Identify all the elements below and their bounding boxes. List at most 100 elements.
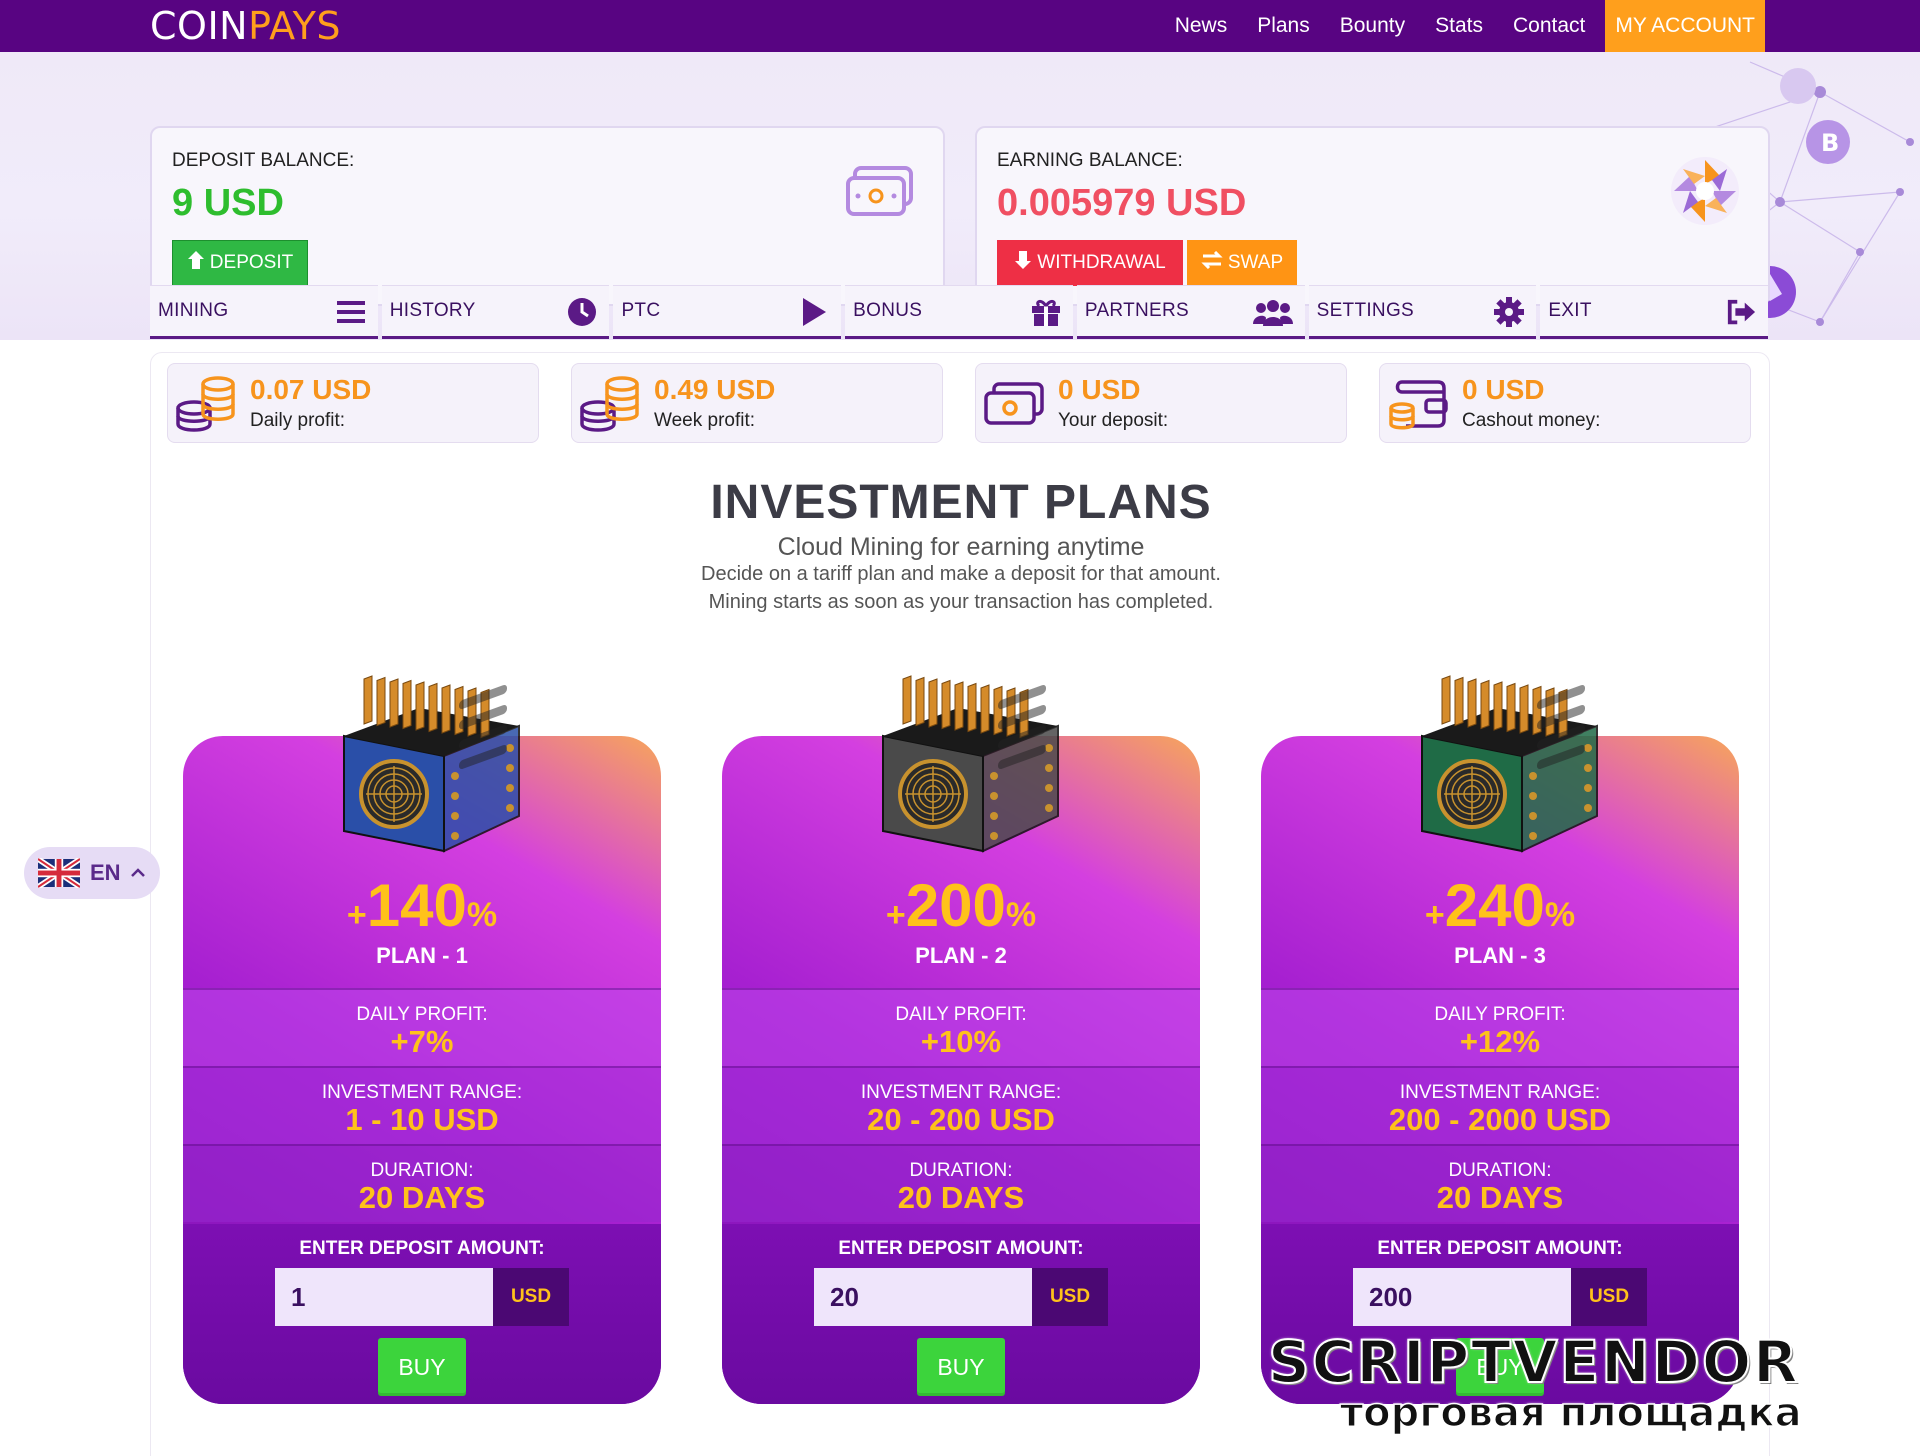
exchange-icon — [1201, 250, 1223, 275]
tab-history-label: HISTORY — [389, 300, 476, 321]
tab-settings-label: SETTINGS — [1316, 300, 1415, 321]
buy-button[interactable]: BUY — [378, 1338, 466, 1396]
watermark-title: SCRIPTVENDOR — [1267, 1327, 1800, 1397]
tab-ptc[interactable]: PTC — [613, 285, 842, 339]
clock-icon — [567, 297, 597, 327]
plan-percent: +200% — [885, 872, 1037, 939]
tab-exit[interactable]: EXIT — [1540, 285, 1769, 339]
stat-week-profit: 0.49 USD Week profit: — [571, 363, 943, 443]
cashout-money-label: Cashout money: — [1462, 410, 1601, 431]
enter-deposit-label: ENTER DEPOSIT AMOUNT: — [838, 1238, 1084, 1259]
withdrawal-button[interactable]: WITHDRAWAL — [997, 240, 1183, 286]
main-panel: 0.07 USD Daily profit: 0.49 USD Week pro… — [150, 352, 1770, 1456]
sign-out-icon — [1726, 297, 1756, 327]
earning-balance-label: EARNING BALANCE: — [997, 150, 1183, 171]
earning-balance-amount: 0.005979 USD — [997, 182, 1247, 224]
tab-mining-label: MINING — [158, 300, 229, 321]
plan-investment-range: INVESTMENT RANGE: 1 - 10 USD — [183, 1066, 661, 1144]
nav-plans[interactable]: Plans — [1242, 0, 1325, 52]
plan-name: PLAN - 2 — [915, 943, 1007, 968]
nav-contact[interactable]: Contact — [1498, 0, 1600, 52]
plan-daily-profit: DAILY PROFIT: +10% — [722, 988, 1200, 1066]
cashout-money-value: 0 USD — [1462, 374, 1545, 405]
money-icon — [984, 382, 1044, 425]
investment-plans-subtitle: Cloud Mining for earning anytime — [777, 533, 1145, 561]
nav-my-account[interactable]: MY ACCOUNT — [1605, 0, 1765, 52]
deposit-balance-label: DEPOSIT BALANCE: — [172, 150, 355, 171]
stat-cashout-money: 0 USD Cashout money: — [1379, 363, 1751, 443]
menu-icon — [336, 297, 366, 327]
deposit-amount-input[interactable] — [275, 1268, 493, 1326]
deposit-button-label: DEPOSIT — [209, 252, 294, 273]
deposit-balance-amount: 9 USD — [172, 182, 284, 224]
wallet-icon — [1389, 380, 1448, 430]
currency-addon: USD — [1032, 1268, 1108, 1326]
week-profit-value: 0.49 USD — [654, 374, 776, 405]
coins-icon — [176, 376, 235, 432]
users-icon — [1252, 297, 1293, 327]
enter-deposit-label: ENTER DEPOSIT AMOUNT: — [299, 1238, 545, 1259]
plan-duration: DURATION: 20 DAYS — [183, 1144, 661, 1222]
nav-stats[interactable]: Stats — [1420, 0, 1498, 52]
language-switcher[interactable]: EN — [24, 847, 160, 899]
daily-profit-label: Daily profit: — [250, 410, 346, 431]
deposit-amount-input[interactable] — [814, 1268, 1032, 1326]
arrow-up-icon — [187, 250, 205, 276]
your-deposit-label: Your deposit: — [1058, 410, 1169, 431]
stat-your-deposit: 0 USD Your deposit: — [975, 363, 1347, 443]
earning-balance-card: EARNING BALANCE: 0.005979 USD WITHDRAWAL… — [975, 126, 1770, 306]
currency-addon: USD — [1571, 1268, 1647, 1326]
top-navbar: COINPAYS News Plans Bounty Stats Contact… — [0, 0, 1920, 52]
site-logo[interactable]: COINPAYS — [150, 6, 341, 46]
aperture-coin-icon — [1668, 154, 1742, 233]
tab-exit-label: EXIT — [1548, 300, 1592, 321]
svg-text:B: B — [1821, 129, 1839, 157]
nav-bounty[interactable]: Bounty — [1325, 0, 1420, 52]
plan-daily-profit: DAILY PROFIT: +7% — [183, 988, 661, 1066]
withdrawal-button-label: WITHDRAWAL — [1037, 252, 1166, 273]
plan-daily-profit: DAILY PROFIT: +12% — [1261, 988, 1739, 1066]
arrow-down-icon — [1014, 250, 1032, 276]
deposit-amount-input[interactable] — [1353, 1268, 1571, 1326]
week-profit-label: Week profit: — [654, 410, 756, 431]
gift-icon — [1031, 297, 1061, 327]
plan-deposit-form: ENTER DEPOSIT AMOUNT: USD BUY — [722, 1224, 1200, 1404]
deposit-balance-card: DEPOSIT BALANCE: 9 USD DEPOSIT — [150, 126, 945, 306]
tab-partners[interactable]: PARTNERS — [1076, 285, 1305, 339]
plan-deposit-form: ENTER DEPOSIT AMOUNT: USD BUY — [183, 1224, 661, 1404]
play-icon — [799, 297, 829, 327]
tab-mining[interactable]: MINING — [150, 285, 378, 339]
plan-investment-range: INVESTMENT RANGE: 20 - 200 USD — [722, 1066, 1200, 1144]
tab-bonus[interactable]: BONUS — [845, 285, 1073, 339]
buy-button[interactable]: BUY — [917, 1338, 1005, 1396]
plan-percent: +140% — [346, 872, 498, 939]
miner-illustration-2 — [882, 675, 1059, 853]
coins-icon — [580, 376, 639, 432]
plan-name: PLAN - 1 — [376, 943, 468, 968]
swap-button[interactable]: SWAP — [1187, 240, 1297, 286]
nav-links: News Plans Bounty Stats Contact MY ACCOU… — [1160, 0, 1765, 52]
tab-bonus-label: BONUS — [853, 300, 923, 321]
plan-duration: DURATION: 20 DAYS — [722, 1144, 1200, 1222]
plan-investment-range: INVESTMENT RANGE: 200 - 2000 USD — [1261, 1066, 1739, 1144]
tab-ptc-label: PTC — [621, 300, 661, 321]
account-tabs: MINING HISTORY PTC BONUS PARTNERS SETTIN… — [150, 285, 1769, 339]
watermark-subtitle: торговая площадка — [1339, 1389, 1802, 1437]
uk-flag-icon — [38, 858, 80, 888]
stat-daily-profit: 0.07 USD Daily profit: — [167, 363, 539, 443]
plan-percent: +240% — [1424, 872, 1576, 939]
currency-addon: USD — [493, 1268, 569, 1326]
enter-deposit-label: ENTER DEPOSIT AMOUNT: — [1377, 1238, 1623, 1259]
nav-news[interactable]: News — [1160, 0, 1243, 52]
gear-icon — [1494, 297, 1525, 327]
chevron-up-icon — [130, 868, 145, 877]
miner-illustration-1 — [343, 675, 520, 853]
tab-history[interactable]: HISTORY — [381, 285, 610, 339]
miner-illustration-3 — [1421, 675, 1598, 853]
tab-settings[interactable]: SETTINGS — [1308, 285, 1537, 339]
deposit-button[interactable]: DEPOSIT — [172, 240, 308, 286]
money-stack-icon — [845, 164, 915, 225]
tab-partners-label: PARTNERS — [1084, 300, 1189, 321]
language-code: EN — [90, 860, 121, 885]
plan-name: PLAN - 3 — [1454, 943, 1546, 968]
